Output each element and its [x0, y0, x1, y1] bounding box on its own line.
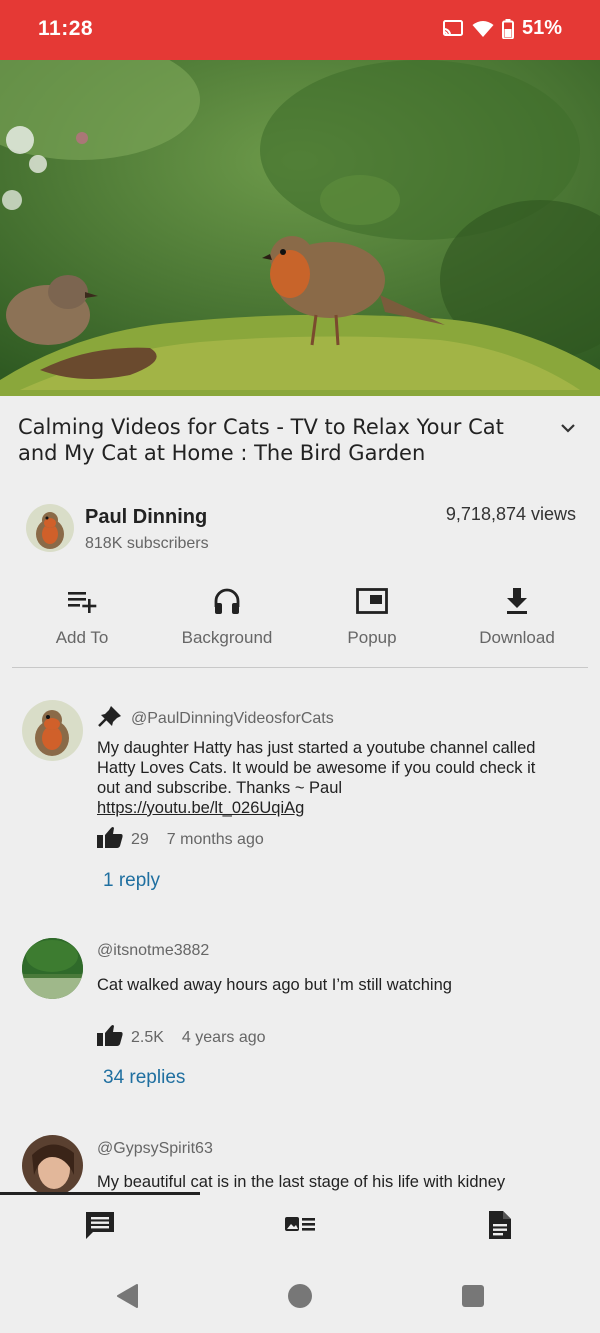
channel-name[interactable]: Paul Dinning	[85, 506, 207, 529]
comment-author[interactable]: @GypsySpirit63	[97, 1140, 213, 1158]
comment-author[interactable]: @PaulDinningVideosforCats	[131, 710, 334, 728]
like-count: 2.5K	[131, 1028, 164, 1046]
battery-icon	[501, 18, 514, 39]
comment-meta: 29 7 months ago	[97, 826, 264, 853]
cast-icon	[442, 19, 464, 38]
status-time: 11:28	[38, 17, 94, 40]
wifi-icon	[472, 20, 494, 38]
divider	[12, 667, 588, 668]
related-videos-icon	[284, 1215, 316, 1240]
download-button[interactable]: Download	[447, 586, 587, 648]
video-title: Calming Videos for Cats - TV to Relax Yo…	[18, 415, 504, 465]
comments-icon	[85, 1210, 115, 1245]
thumbs-up-icon[interactable]	[97, 826, 123, 853]
tab-comments[interactable]	[0, 1195, 200, 1260]
replies-link[interactable]: 34 replies	[103, 1067, 185, 1089]
channel-row[interactable]: Paul Dinning 818K subscribers 9,718,874 …	[26, 504, 576, 556]
comment-text: Cat walked away hours ago but I’m still …	[97, 976, 452, 994]
comment-author-row: @PaulDinningVideosforCats	[97, 704, 334, 733]
comment-link[interactable]: https://youtu.be/lt_026UqiAg	[97, 799, 304, 817]
headphones-icon	[213, 587, 241, 620]
comment-text: My beautiful cat is in the last stage of…	[97, 1173, 506, 1191]
channel-avatar[interactable]	[26, 504, 74, 552]
status-bar: 11:28 51%	[0, 0, 600, 60]
description-icon	[488, 1210, 512, 1245]
comment-time: 7 months ago	[166, 830, 264, 848]
comment-author-row: @itsnotme3882	[97, 942, 209, 960]
tab-description[interactable]	[400, 1195, 600, 1260]
download-label: Download	[479, 628, 555, 647]
background-label: Background	[181, 628, 273, 647]
comment-item: @GypsySpirit63 My beautiful cat is in th…	[0, 1135, 600, 1192]
home-icon	[287, 1283, 313, 1314]
back-icon	[115, 1283, 141, 1314]
video-title-row[interactable]: Calming Videos for Cats - TV to Relax Yo…	[18, 414, 578, 466]
download-icon	[505, 587, 529, 620]
battery-percent: 51%	[521, 17, 562, 39]
view-count: 9,718,874 views	[445, 504, 576, 524]
popup-label: Popup	[347, 628, 397, 647]
comment-avatar[interactable]	[22, 700, 83, 761]
comment-author[interactable]: @itsnotme3882	[97, 942, 209, 960]
comment-avatar[interactable]	[22, 1135, 83, 1192]
comment-avatar[interactable]	[22, 938, 83, 999]
playlist-add-icon	[67, 589, 97, 618]
comment-body: My daughter Hatty has just started a you…	[97, 739, 536, 797]
pin-icon	[97, 704, 123, 733]
chevron-down-icon[interactable]	[558, 418, 578, 438]
recents-button[interactable]	[459, 1284, 487, 1312]
add-to-button[interactable]: Add To	[12, 586, 152, 648]
popup-icon	[356, 587, 388, 619]
system-nav-bar	[0, 1260, 600, 1333]
comment-text: My daughter Hatty has just started a you…	[97, 738, 537, 818]
comment-time: 4 years ago	[181, 1028, 266, 1046]
background-button[interactable]: Background	[157, 586, 297, 648]
add-to-label: Add To	[55, 628, 109, 647]
popup-button[interactable]: Popup	[302, 586, 442, 648]
video-frame-image	[0, 60, 600, 396]
home-button[interactable]	[286, 1283, 314, 1314]
thumbs-up-icon[interactable]	[97, 1024, 123, 1051]
video-player[interactable]	[0, 60, 600, 396]
recents-icon	[461, 1284, 485, 1313]
action-bar: Add To Background Popup Download	[0, 586, 600, 656]
bottom-tabs	[0, 1195, 600, 1260]
back-button[interactable]	[114, 1283, 142, 1314]
tab-related[interactable]	[200, 1195, 400, 1260]
comment-meta: 2.5K 4 years ago	[97, 1024, 266, 1051]
like-count: 29	[131, 830, 149, 848]
comment-author-row: @GypsySpirit63	[97, 1140, 213, 1158]
replies-link[interactable]: 1 reply	[103, 870, 160, 892]
subscriber-count: 818K subscribers	[85, 535, 209, 552]
status-icons: 51%	[442, 17, 562, 40]
